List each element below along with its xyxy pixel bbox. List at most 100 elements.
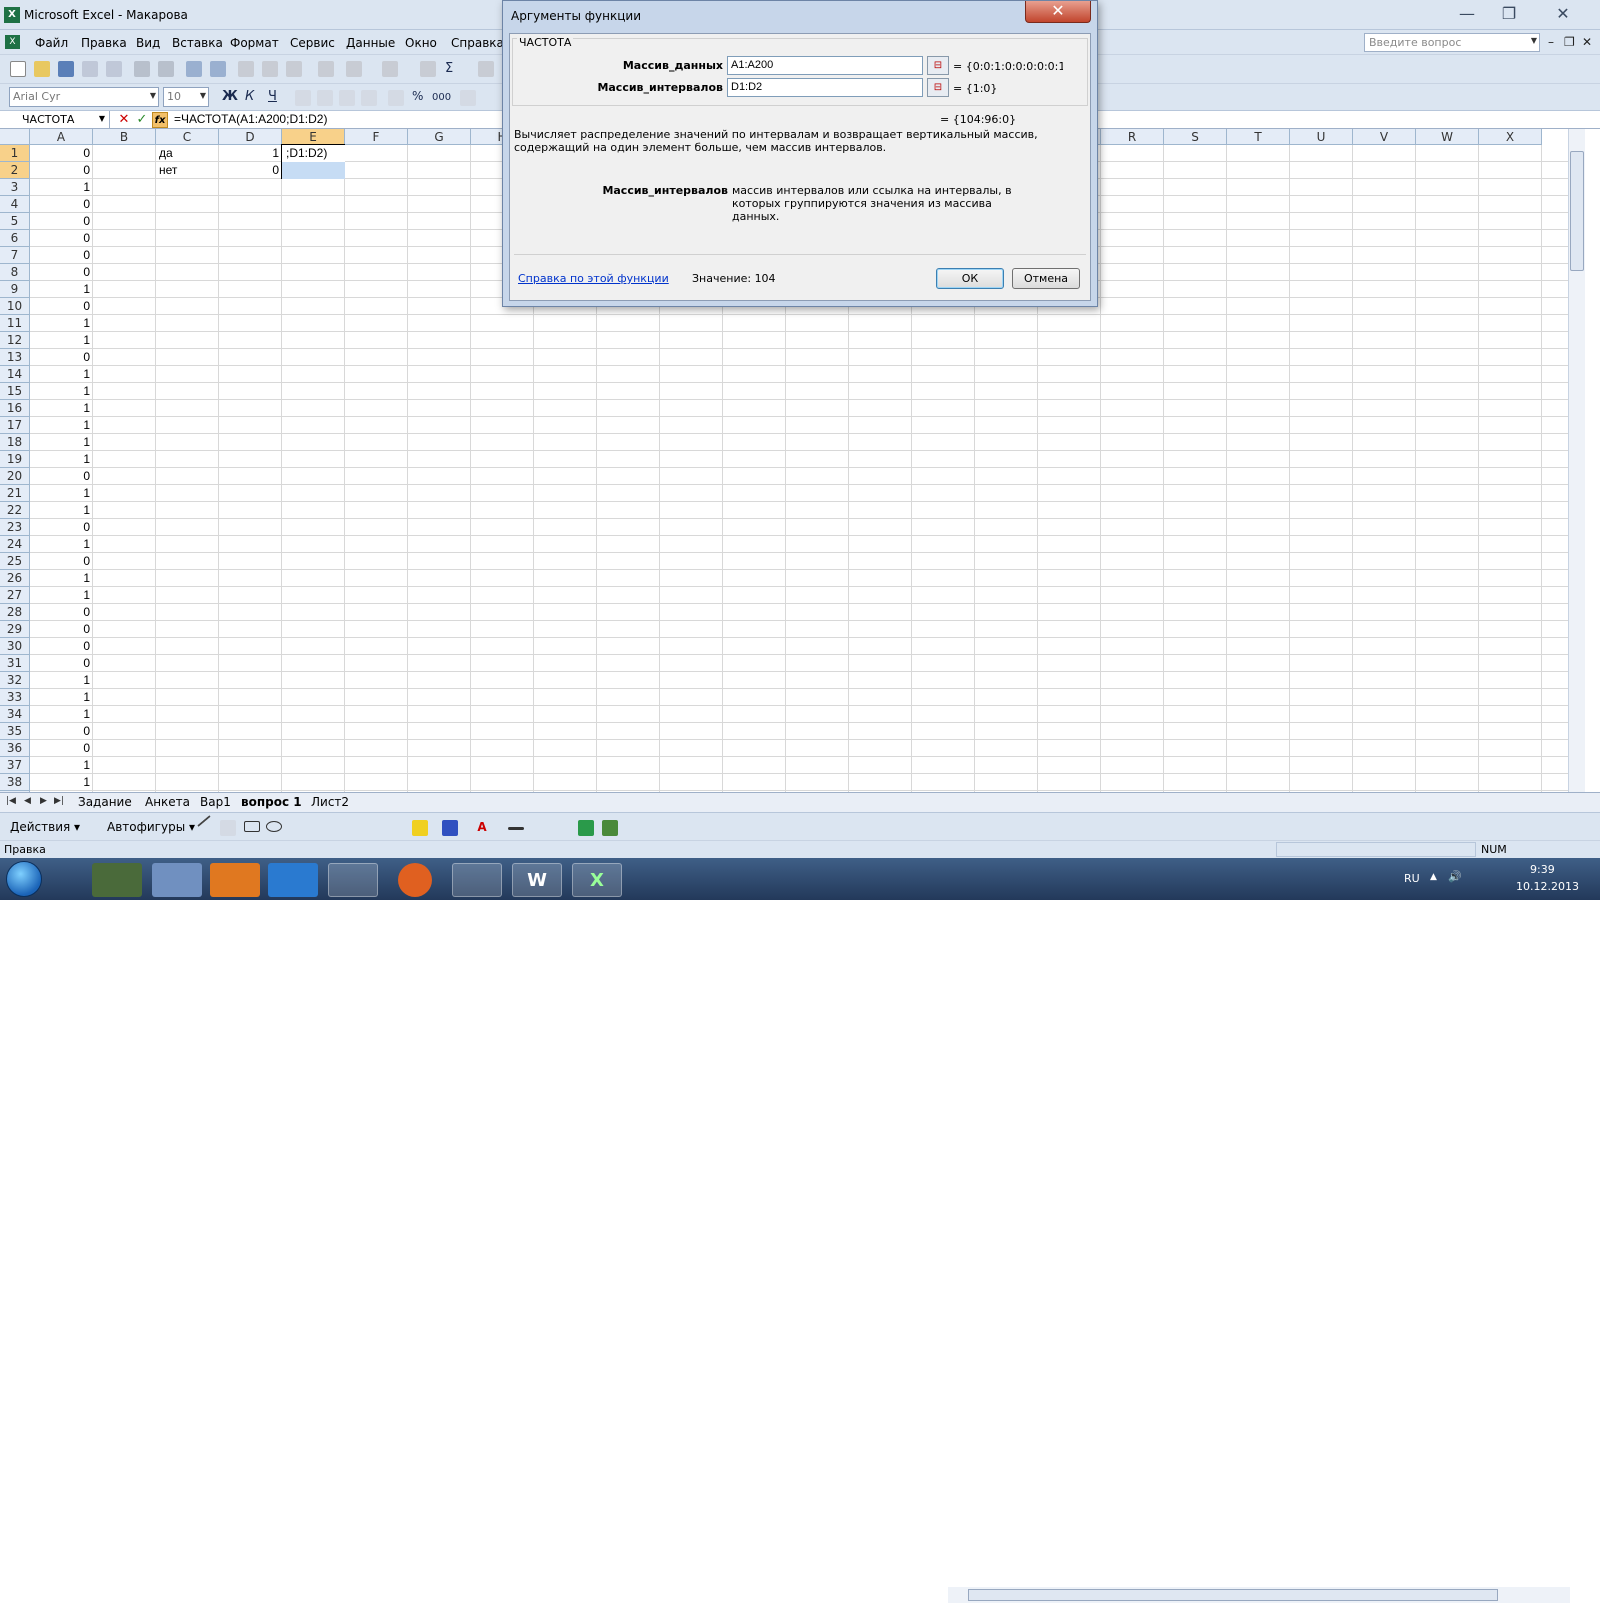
- cell-d1[interactable]: 1: [219, 145, 282, 162]
- row-header-37[interactable]: 37: [0, 757, 30, 774]
- row-header-24[interactable]: 24: [0, 536, 30, 553]
- row-header-26[interactable]: 26: [0, 570, 30, 587]
- collapse-dialog-icon[interactable]: ⊟: [927, 78, 949, 97]
- bold-button[interactable]: Ж: [222, 89, 238, 104]
- menu-edit[interactable]: Правка: [81, 36, 127, 50]
- row-header-5[interactable]: 5: [0, 213, 30, 230]
- word-icon[interactable]: W: [512, 863, 562, 897]
- name-box[interactable]: ЧАСТОТА ▼: [0, 111, 110, 129]
- row-header-18[interactable]: 18: [0, 434, 30, 451]
- cell-a23[interactable]: 0: [30, 519, 93, 536]
- prev-sheet-icon[interactable]: ◀: [24, 796, 31, 806]
- cell-a27[interactable]: 1: [30, 587, 93, 604]
- line-style-icon[interactable]: [508, 827, 524, 830]
- enter-formula-icon[interactable]: ✓: [134, 112, 150, 128]
- last-sheet-icon[interactable]: ▶|: [54, 796, 64, 806]
- cell-a38[interactable]: 1: [30, 774, 93, 791]
- row-header-28[interactable]: 28: [0, 604, 30, 621]
- currency-icon[interactable]: [388, 90, 404, 106]
- column-header-s[interactable]: S: [1164, 129, 1227, 145]
- cell-a22[interactable]: 1: [30, 502, 93, 519]
- ok-button[interactable]: ОК: [936, 268, 1004, 289]
- row-header-6[interactable]: 6: [0, 230, 30, 247]
- column-header-x[interactable]: X: [1479, 129, 1542, 145]
- cell-a29[interactable]: 0: [30, 621, 93, 638]
- row-header-4[interactable]: 4: [0, 196, 30, 213]
- workbook-icon[interactable]: X: [5, 35, 20, 49]
- spelling-icon[interactable]: [186, 61, 202, 77]
- arg-input-bins[interactable]: D1:D2: [727, 78, 923, 97]
- cell-a6[interactable]: 0: [30, 230, 93, 247]
- cell-a1[interactable]: 0: [30, 145, 93, 162]
- taskbar-app-1-icon[interactable]: [92, 863, 142, 897]
- cell-a13[interactable]: 0: [30, 349, 93, 366]
- redo-icon[interactable]: [382, 61, 398, 77]
- print-icon[interactable]: [134, 61, 150, 77]
- cell-a36[interactable]: 0: [30, 740, 93, 757]
- tray-arrow-icon[interactable]: ▲: [1430, 872, 1437, 882]
- line-tool-icon[interactable]: [197, 815, 211, 827]
- row-header-20[interactable]: 20: [0, 468, 30, 485]
- row-header-33[interactable]: 33: [0, 689, 30, 706]
- column-header-v[interactable]: V: [1353, 129, 1416, 145]
- cell-a9[interactable]: 1: [30, 281, 93, 298]
- cell-a24[interactable]: 1: [30, 536, 93, 553]
- close-window-button[interactable]: ✕: [1548, 3, 1578, 25]
- cell-a31[interactable]: 0: [30, 655, 93, 672]
- cell-a8[interactable]: 0: [30, 264, 93, 281]
- menu-format[interactable]: Формат: [230, 36, 279, 50]
- line-color-icon[interactable]: [442, 820, 458, 836]
- menu-file[interactable]: Файл: [35, 36, 68, 50]
- print-preview-icon[interactable]: [158, 61, 174, 77]
- 3d-icon[interactable]: [602, 820, 618, 836]
- column-header-b[interactable]: B: [93, 129, 156, 145]
- dialog-close-button[interactable]: ✕: [1025, 1, 1091, 23]
- align-right-icon[interactable]: [339, 90, 355, 106]
- cell-a26[interactable]: 1: [30, 570, 93, 587]
- restore-button[interactable]: ❐: [1494, 3, 1524, 25]
- column-header-a[interactable]: A: [30, 129, 93, 145]
- arrow-tool-icon[interactable]: [220, 820, 236, 836]
- excel-taskbar-icon[interactable]: X: [572, 863, 622, 897]
- autosum-icon[interactable]: Σ: [445, 61, 453, 76]
- language-indicator[interactable]: RU: [1404, 872, 1420, 885]
- arg-input-data[interactable]: A1:A200: [727, 56, 923, 75]
- row-header-19[interactable]: 19: [0, 451, 30, 468]
- clock-time[interactable]: 9:39: [1530, 863, 1555, 876]
- shadow-icon[interactable]: [578, 820, 594, 836]
- row-header-9[interactable]: 9: [0, 281, 30, 298]
- row-header-7[interactable]: 7: [0, 247, 30, 264]
- cell-a37[interactable]: 1: [30, 757, 93, 774]
- row-header-10[interactable]: 10: [0, 298, 30, 315]
- menu-insert[interactable]: Вставка: [172, 36, 223, 50]
- sheet-tab-question1[interactable]: вопрос 1: [241, 795, 302, 809]
- rectangle-tool-icon[interactable]: [244, 821, 260, 832]
- oval-tool-icon[interactable]: [266, 821, 282, 832]
- cell-a14[interactable]: 1: [30, 366, 93, 383]
- row-header-14[interactable]: 14: [0, 366, 30, 383]
- formula-text[interactable]: =ЧАСТОТА(A1:A200;D1:D2): [174, 112, 327, 126]
- volume-icon[interactable]: 🔊: [1448, 870, 1462, 883]
- sheet-tab-survey[interactable]: Анкета: [145, 795, 190, 809]
- format-painter-icon[interactable]: [318, 61, 334, 77]
- row-header-8[interactable]: 8: [0, 264, 30, 281]
- scroll-thumb[interactable]: [1570, 151, 1584, 271]
- cell-a28[interactable]: 0: [30, 604, 93, 621]
- vertical-scrollbar[interactable]: [1568, 129, 1585, 792]
- taskbar-app-2-icon[interactable]: [152, 863, 202, 897]
- new-doc-icon[interactable]: [10, 61, 26, 77]
- cancel-formula-icon[interactable]: ✕: [116, 112, 132, 128]
- sheet-tab-sheet2[interactable]: Лист2: [311, 795, 349, 809]
- thousands-button[interactable]: 000: [432, 92, 451, 103]
- media-player-icon[interactable]: [210, 863, 260, 897]
- hscroll-thumb[interactable]: [968, 1589, 1498, 1601]
- menu-tools[interactable]: Сервис: [290, 36, 335, 50]
- menu-view[interactable]: Вид: [136, 36, 160, 50]
- cell-a18[interactable]: 1: [30, 434, 93, 451]
- minimize-button[interactable]: —: [1452, 3, 1482, 25]
- internet-explorer-icon[interactable]: [268, 863, 318, 897]
- collapse-dialog-icon[interactable]: ⊟: [927, 56, 949, 75]
- clock-date[interactable]: 10.12.2013: [1516, 880, 1579, 893]
- row-header-29[interactable]: 29: [0, 621, 30, 638]
- row-header-35[interactable]: 35: [0, 723, 30, 740]
